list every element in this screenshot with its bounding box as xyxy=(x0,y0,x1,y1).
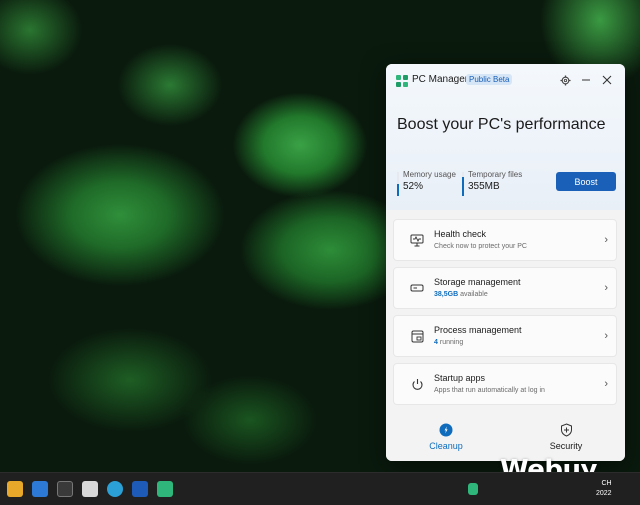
bottom-navigation: Cleanup Security xyxy=(386,414,625,461)
hero-panel: PC Manager Public Beta Boost your PC's p… xyxy=(386,64,625,210)
chevron-right-icon: › xyxy=(604,330,608,342)
settings-app-icon[interactable] xyxy=(57,481,73,497)
process-icon xyxy=(409,328,425,344)
health-check-subtitle: Check now to protect your PC xyxy=(434,243,527,250)
storage-available-text: available xyxy=(460,291,488,298)
cleanup-icon xyxy=(439,422,454,437)
temporary-files-label: Temporary files xyxy=(468,170,523,179)
pc-manager-taskbar-icon[interactable] xyxy=(157,481,173,497)
settings-button[interactable] xyxy=(557,72,573,88)
title-bar: PC Manager Public Beta xyxy=(386,64,625,96)
health-check-card[interactable]: Health check Check now to protect your P… xyxy=(393,219,617,261)
startup-apps-title: Startup apps xyxy=(434,373,486,383)
clock-date: 2022 xyxy=(596,490,612,497)
startup-apps-subtitle: Apps that run automatically at log in xyxy=(434,387,545,394)
tab-cleanup[interactable]: Cleanup xyxy=(406,422,486,451)
monitor-check-icon xyxy=(409,232,425,248)
shield-icon xyxy=(559,422,574,437)
gear-icon xyxy=(559,74,571,86)
startup-apps-card[interactable]: Startup apps Apps that run automatically… xyxy=(393,363,617,405)
memory-usage-bar xyxy=(397,172,399,196)
minimize-icon xyxy=(582,79,590,81)
tray-pc-manager-icon[interactable] xyxy=(468,483,478,495)
word-icon[interactable] xyxy=(132,481,148,497)
temporary-files-bar-fill xyxy=(462,176,464,196)
tab-security[interactable]: Security xyxy=(526,422,606,451)
process-count-text: running xyxy=(439,339,464,346)
chevron-right-icon: › xyxy=(604,378,608,390)
beta-badge: Public Beta xyxy=(466,74,513,85)
process-management-title: Process management xyxy=(434,325,522,335)
close-button[interactable] xyxy=(599,72,615,88)
pc-manager-window: PC Manager Public Beta Boost your PC's p… xyxy=(386,64,625,461)
store-icon[interactable] xyxy=(32,481,48,497)
health-check-title: Health check xyxy=(434,229,487,239)
app-title: PC Manager xyxy=(412,74,469,85)
tab-security-label: Security xyxy=(549,441,583,451)
clock-time: CH xyxy=(601,480,612,487)
process-count-value: 4 xyxy=(434,339,438,346)
chevron-right-icon: › xyxy=(604,282,608,294)
chevron-right-icon: › xyxy=(604,234,608,246)
boost-button[interactable]: Boost xyxy=(556,172,616,191)
edge-icon[interactable] xyxy=(107,481,123,497)
file-explorer-icon[interactable] xyxy=(7,481,23,497)
tab-cleanup-label: Cleanup xyxy=(429,441,463,451)
memory-usage-bar-fill xyxy=(397,183,399,196)
page-title: Boost your PC's performance xyxy=(397,116,606,133)
pc-manager-logo-icon xyxy=(396,75,408,87)
power-icon xyxy=(409,376,425,392)
taskbar: CH 2022 xyxy=(0,472,640,505)
storage-available-value: 38,5GB xyxy=(434,291,459,298)
minimize-button[interactable] xyxy=(578,72,594,88)
close-icon xyxy=(602,75,612,85)
storage-management-title: Storage management xyxy=(434,277,521,287)
process-management-card[interactable]: Process management 4 running › xyxy=(393,315,617,357)
notepad-icon[interactable] xyxy=(82,481,98,497)
memory-usage-value: 52% xyxy=(403,181,424,192)
temporary-files-value: 355MB xyxy=(468,181,500,192)
temporary-files-bar xyxy=(462,172,464,196)
process-management-subtitle: 4 running xyxy=(434,339,463,346)
storage-icon xyxy=(409,280,425,296)
memory-usage-label: Memory usage xyxy=(403,170,456,179)
storage-management-subtitle: 38,5GB available xyxy=(434,291,488,298)
storage-management-card[interactable]: Storage management 38,5GB available › xyxy=(393,267,617,309)
taskbar-clock[interactable]: CH 2022 xyxy=(596,479,612,499)
